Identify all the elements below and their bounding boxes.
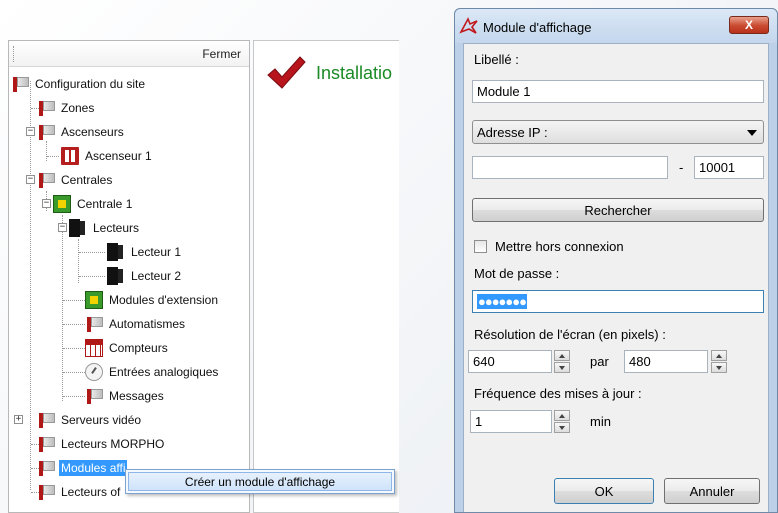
password-mask: ●●●●●●● bbox=[477, 294, 527, 309]
screen-width-field[interactable]: 640 bbox=[468, 350, 552, 373]
decrement-icon[interactable] bbox=[554, 422, 570, 433]
offline-reader-flag-icon bbox=[37, 483, 55, 501]
display-module-dialog: Module d'affichage X Libellé : Module 1 … bbox=[454, 8, 778, 513]
tree-item-modules-extension[interactable]: Modules d'extension bbox=[85, 289, 220, 311]
ok-button[interactable]: OK bbox=[554, 478, 654, 504]
password-label: Mot de passe : bbox=[474, 266, 560, 281]
content-panel: Installatio bbox=[253, 40, 399, 513]
context-menu: Créer un module d'affichage bbox=[125, 469, 395, 494]
tree-item-entrees-analogiques[interactable]: Entrées analogiques bbox=[85, 361, 220, 383]
resolution-label: Résolution de l'écran (en pixels) : bbox=[474, 327, 666, 342]
elevator-icon bbox=[61, 147, 79, 165]
tree-line bbox=[63, 300, 85, 301]
decrement-icon[interactable] bbox=[711, 362, 727, 373]
counter-table-icon bbox=[85, 339, 103, 357]
collapse-icon[interactable]: − bbox=[58, 223, 67, 232]
increment-icon[interactable] bbox=[711, 350, 727, 361]
tree-item-lecteur-2[interactable]: Lecteur 2 bbox=[107, 265, 183, 287]
tree-item-centrale-1[interactable]: Centrale 1 bbox=[53, 193, 134, 215]
tree-item-lecteurs-morpho[interactable]: Lecteurs MORPHO bbox=[37, 433, 166, 455]
elevator-group-flag-icon bbox=[37, 123, 55, 141]
screen-width-stepper[interactable] bbox=[554, 350, 570, 373]
offline-label: Mettre hors connexion bbox=[495, 239, 624, 254]
tree-item-site-config[interactable]: Configuration du site bbox=[11, 73, 147, 95]
port-separator: - bbox=[679, 160, 684, 175]
reader-icon bbox=[107, 243, 125, 261]
reader-group-icon bbox=[69, 219, 87, 237]
site-tree-panel: Fermer Configuration du site Zones − Asc… bbox=[8, 40, 250, 513]
extension-module-icon bbox=[85, 291, 103, 309]
name-field[interactable]: Module 1 bbox=[472, 80, 764, 103]
display-module-flag-icon bbox=[37, 459, 55, 477]
tree-item-zones[interactable]: Zones bbox=[37, 97, 96, 119]
name-label: Libellé : bbox=[474, 52, 519, 67]
ip-address-field[interactable] bbox=[472, 156, 668, 179]
controller-group-flag-icon bbox=[37, 171, 55, 189]
analog-gauge-icon bbox=[85, 363, 103, 381]
offline-checkbox[interactable] bbox=[474, 240, 487, 253]
page-title: Installatio bbox=[316, 63, 393, 83]
by-label: par bbox=[590, 354, 609, 369]
tree-item-ascenseurs[interactable]: Ascenseurs bbox=[37, 121, 126, 143]
collapse-icon[interactable]: − bbox=[42, 199, 51, 208]
reader-icon bbox=[107, 267, 125, 285]
screen-height-field[interactable]: 480 bbox=[624, 350, 708, 373]
site-flag-icon bbox=[11, 75, 29, 93]
tree-item-ascenseur-1[interactable]: Ascenseur 1 bbox=[61, 145, 154, 167]
increment-icon[interactable] bbox=[554, 410, 570, 421]
dialog-title: Module d'affichage bbox=[483, 20, 592, 35]
dialog-body: Libellé : Module 1 Adresse IP : - 10001 … bbox=[463, 43, 769, 512]
decrement-icon[interactable] bbox=[554, 362, 570, 373]
panel-grip[interactable] bbox=[13, 46, 15, 62]
close-button[interactable]: X bbox=[729, 16, 769, 34]
tree-line bbox=[79, 252, 105, 253]
tree-item-messages[interactable]: Messages bbox=[85, 385, 166, 407]
search-button[interactable]: Rechercher bbox=[472, 198, 764, 222]
increment-icon[interactable] bbox=[554, 350, 570, 361]
collapse-icon[interactable]: − bbox=[26, 175, 35, 184]
frequency-field[interactable]: 1 bbox=[470, 410, 552, 433]
tree-line bbox=[62, 215, 63, 401]
controller-board-icon bbox=[53, 195, 71, 213]
tree-line bbox=[63, 324, 85, 325]
frequency-stepper[interactable] bbox=[554, 410, 570, 433]
tree-line bbox=[46, 141, 47, 161]
tree-item-centrales[interactable]: Centrales bbox=[37, 169, 114, 191]
tree-item-modules-affichage[interactable]: Modules affi bbox=[37, 457, 128, 479]
zone-flag-icon bbox=[37, 99, 55, 117]
tree-item-serveurs-video[interactable]: Serveurs vidéo bbox=[37, 409, 143, 431]
cancel-button[interactable]: Annuler bbox=[664, 478, 760, 504]
password-field[interactable]: ●●●●●●● bbox=[472, 290, 764, 313]
tree-item-lecteurs-offline[interactable]: Lecteurs of bbox=[37, 481, 122, 503]
tree-line bbox=[79, 276, 105, 277]
checkmark-icon bbox=[267, 56, 306, 89]
app-logo-icon bbox=[459, 17, 478, 34]
tree-panel-header: Fermer bbox=[9, 41, 249, 67]
frequency-unit: min bbox=[590, 414, 611, 429]
collapse-icon[interactable]: − bbox=[26, 127, 35, 136]
tree-line bbox=[63, 372, 85, 373]
video-server-flag-icon bbox=[37, 411, 55, 429]
tree-line bbox=[30, 81, 31, 490]
chevron-down-icon bbox=[747, 130, 757, 136]
tree-line bbox=[63, 396, 85, 397]
tree-item-automatismes[interactable]: Automatismes bbox=[85, 313, 187, 335]
automation-flag-icon bbox=[85, 315, 103, 333]
tree-item-compteurs[interactable]: Compteurs bbox=[85, 337, 170, 359]
expand-icon[interactable]: + bbox=[14, 415, 23, 424]
tree-item-lecteur-1[interactable]: Lecteur 1 bbox=[107, 241, 183, 263]
create-display-module-menu-item[interactable]: Créer un module d'affichage bbox=[128, 472, 392, 491]
frequency-label: Fréquence des mises à jour : bbox=[474, 386, 642, 401]
screen-height-stepper[interactable] bbox=[711, 350, 727, 373]
dialog-titlebar[interactable]: Module d'affichage X bbox=[455, 9, 777, 43]
port-field[interactable]: 10001 bbox=[694, 156, 764, 179]
tree-line bbox=[47, 156, 59, 157]
tree-item-lecteurs[interactable]: Lecteurs bbox=[69, 217, 141, 239]
message-flag-icon bbox=[85, 387, 103, 405]
tree-line bbox=[63, 348, 85, 349]
address-type-value: Adresse IP : bbox=[477, 125, 548, 140]
morpho-reader-flag-icon bbox=[37, 435, 55, 453]
close-panel-button[interactable]: Fermer bbox=[202, 47, 241, 61]
address-type-select[interactable]: Adresse IP : bbox=[472, 120, 764, 144]
